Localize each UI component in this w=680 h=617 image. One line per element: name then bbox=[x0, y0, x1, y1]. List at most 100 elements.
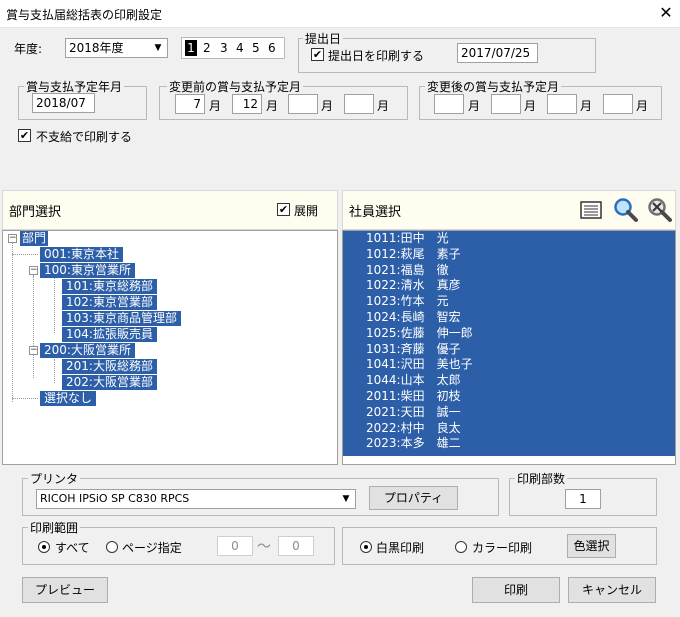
print-submission-date-checkbox[interactable]: ✔ bbox=[311, 48, 324, 61]
expand-label: 展開 bbox=[294, 204, 319, 218]
tree-node[interactable]: 202:大阪営業部 bbox=[62, 375, 157, 390]
month-unit: 月 bbox=[636, 99, 649, 113]
list-item[interactable]: 1022:清水 真彦 bbox=[366, 278, 473, 294]
copies-group-label: 印刷部数 bbox=[515, 470, 568, 487]
after-month-2-input[interactable] bbox=[491, 94, 521, 114]
range-all-label: すべて bbox=[55, 541, 90, 555]
department-panel-title: 部門選択 bbox=[9, 205, 62, 220]
list-item[interactable]: 1023:竹本 元 bbox=[366, 294, 473, 310]
list-item[interactable]: 1012:萩尾 素子 bbox=[366, 247, 473, 263]
no-payment-label: 不支給で印刷する bbox=[36, 130, 133, 144]
month-unit: 月 bbox=[321, 99, 334, 113]
after-month-4-input[interactable] bbox=[603, 94, 633, 114]
close-icon[interactable]: ✕ bbox=[656, 2, 676, 24]
month-unit: 月 bbox=[209, 99, 222, 113]
list-item[interactable]: 2022:村中 良太 bbox=[366, 421, 473, 437]
collapse-icon[interactable]: − bbox=[29, 346, 38, 355]
employee-panel-title: 社員選択 bbox=[349, 205, 402, 220]
month-unit: 月 bbox=[377, 99, 390, 113]
fiscal-year-select[interactable]: 2018年度 ▼ bbox=[65, 38, 168, 58]
chevron-down-icon[interactable]: ▼ bbox=[150, 40, 166, 56]
window-title: 賞与支払届総括表の印刷設定 bbox=[6, 8, 163, 22]
before-month-4-input[interactable] bbox=[344, 94, 374, 114]
tree-node[interactable]: 104:拡張販売員 bbox=[62, 327, 157, 342]
cancel-button[interactable]: キャンセル bbox=[568, 577, 656, 603]
after-month-1-input[interactable] bbox=[434, 94, 464, 114]
list-item[interactable]: 1041:沢田 美也子 bbox=[366, 357, 473, 373]
collapse-icon[interactable]: − bbox=[8, 234, 17, 243]
printer-select[interactable]: RICOH IPSiO SP C830 RPCS ▼ bbox=[36, 489, 356, 509]
color-select-button[interactable]: 色選択 bbox=[567, 534, 616, 558]
tree-node[interactable]: 201:大阪総務部 bbox=[62, 359, 157, 374]
submission-date-input[interactable]: 2017/07/25 bbox=[457, 43, 538, 63]
color-print-label: カラー印刷 bbox=[472, 541, 533, 555]
bonus-scheduled-input[interactable]: 2018/07 bbox=[32, 93, 95, 113]
printer-properties-button[interactable]: プロパティ bbox=[369, 486, 458, 510]
tree-connector bbox=[12, 254, 38, 255]
tree-connector bbox=[12, 398, 38, 399]
list-item[interactable]: 1021:福島 徹 bbox=[366, 263, 473, 279]
page-number-2[interactable]: 2 bbox=[203, 40, 211, 56]
list-item[interactable]: 2011:柴田 初枝 bbox=[366, 389, 473, 405]
tree-node[interactable]: 101:東京総務部 bbox=[62, 279, 157, 294]
tree-node[interactable]: 選択なし bbox=[40, 391, 97, 406]
after-change-label: 変更後の賞与支払予定月 bbox=[425, 78, 562, 95]
list-item[interactable]: 2021:天田 誠一 bbox=[366, 405, 473, 421]
tree-node[interactable]: 部門 bbox=[20, 231, 49, 246]
range-pages-label: ページ指定 bbox=[122, 541, 182, 555]
print-submission-date-label: 提出日を印刷する bbox=[328, 49, 425, 63]
list-item[interactable]: 1025:佐藤 伸一郎 bbox=[366, 326, 473, 342]
tree-node[interactable]: 100:東京営業所 bbox=[40, 263, 135, 278]
mono-print-radio[interactable] bbox=[360, 541, 372, 553]
tree-node[interactable]: 103:東京商品管理部 bbox=[62, 311, 181, 326]
tree-connector bbox=[54, 277, 55, 333]
range-from-input[interactable]: 0 bbox=[217, 536, 253, 556]
list-item[interactable]: 1031:斉藤 優子 bbox=[366, 342, 473, 358]
range-to-input[interactable]: 0 bbox=[278, 536, 314, 556]
search-icon[interactable] bbox=[613, 197, 639, 223]
before-month-1-input[interactable]: 7 bbox=[175, 94, 205, 114]
tree-connector bbox=[33, 276, 34, 378]
submission-group-label: 提出日 bbox=[303, 30, 344, 47]
tree-node[interactable]: 102:東京営業部 bbox=[62, 295, 157, 310]
page-number-6[interactable]: 6 bbox=[268, 40, 276, 56]
mono-print-label: 白黒印刷 bbox=[376, 541, 425, 555]
chevron-down-icon[interactable]: ▼ bbox=[338, 491, 354, 507]
copies-input[interactable]: 1 bbox=[565, 489, 601, 509]
month-unit: 月 bbox=[266, 99, 279, 113]
fiscal-year-label: 年度: bbox=[14, 42, 43, 56]
preview-button[interactable]: プレビュー bbox=[22, 577, 108, 603]
after-month-3-input[interactable] bbox=[547, 94, 577, 114]
fiscal-year-value: 2018年度 bbox=[69, 41, 124, 55]
month-unit: 月 bbox=[524, 99, 537, 113]
page-number-1[interactable]: 1 bbox=[185, 40, 197, 56]
page-number-5[interactable]: 5 bbox=[252, 40, 260, 56]
month-unit: 月 bbox=[468, 99, 481, 113]
clear-search-icon[interactable] bbox=[647, 197, 673, 223]
before-month-2-input[interactable]: 12 bbox=[232, 94, 262, 114]
tree-node[interactable]: 001:東京本社 bbox=[40, 247, 123, 262]
color-print-radio[interactable] bbox=[455, 541, 467, 553]
tree-node[interactable]: 200:大阪営業所 bbox=[40, 343, 135, 358]
range-all-radio[interactable] bbox=[38, 541, 50, 553]
print-button[interactable]: 印刷 bbox=[472, 577, 560, 603]
page-number-4[interactable]: 4 bbox=[236, 40, 244, 56]
list-icon[interactable] bbox=[580, 200, 602, 220]
list-item[interactable]: 2023:本多 雄二 bbox=[366, 436, 473, 452]
printer-value: RICOH IPSiO SP C830 RPCS bbox=[40, 492, 190, 505]
range-pages-radio[interactable] bbox=[106, 541, 118, 553]
page-number-3[interactable]: 3 bbox=[220, 40, 228, 56]
list-item[interactable]: 1044:山本 太郎 bbox=[366, 373, 473, 389]
list-item[interactable]: 1024:長崎 智宏 bbox=[366, 310, 473, 326]
expand-checkbox[interactable]: ✔ bbox=[277, 203, 290, 216]
employee-rows: 1011:田中 光 1012:萩尾 素子 1021:福島 徹 1022:清水 真… bbox=[366, 231, 473, 452]
list-item[interactable]: 1011:田中 光 bbox=[366, 231, 473, 247]
print-range-group-label: 印刷範囲 bbox=[28, 519, 81, 536]
collapse-icon[interactable]: − bbox=[29, 266, 38, 275]
range-separator: 〜 bbox=[257, 539, 271, 555]
before-month-3-input[interactable] bbox=[288, 94, 318, 114]
tree-connector bbox=[54, 359, 55, 383]
printer-group-label: プリンタ bbox=[28, 470, 81, 487]
no-payment-checkbox[interactable]: ✔ bbox=[18, 129, 31, 142]
before-change-label: 変更前の賞与支払予定月 bbox=[167, 78, 304, 95]
